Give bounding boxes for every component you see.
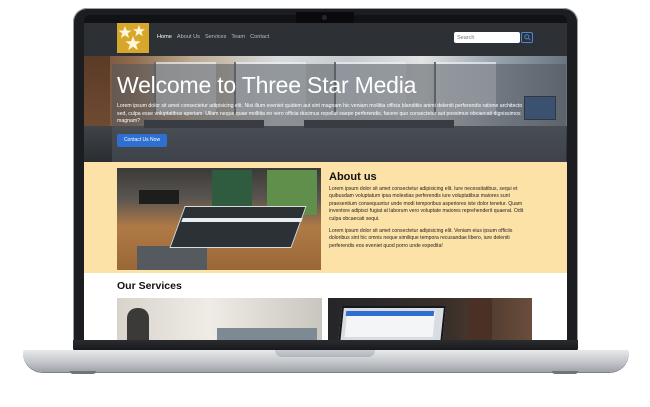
- nav-link-contact[interactable]: Contact: [250, 34, 269, 40]
- camera-icon: [322, 15, 327, 20]
- laptop-opening-notch: [275, 350, 375, 357]
- nav-links: Home About Us Services Team Contact: [157, 34, 269, 40]
- about-paragraph-2: Lorem ipsum dolor sit amet consectetur a…: [329, 228, 513, 249]
- nav-link-team[interactable]: Team: [231, 34, 245, 40]
- photo-table-net: [181, 218, 303, 222]
- photo-laptop-bar: [345, 311, 435, 316]
- hero-title: Welcome to Three Star Media: [117, 72, 417, 98]
- laptop-mockup: Home About Us Services Team Contact Sear…: [0, 0, 650, 407]
- website-screen: Home About Us Services Team Contact Sear…: [84, 23, 567, 341]
- three-star-logo[interactable]: [117, 23, 149, 53]
- about-paragraph-1: Lorem ipsum dolor sit amet consectetur a…: [329, 186, 524, 222]
- photo-person: [127, 308, 149, 341]
- services-section: Our Services: [84, 273, 567, 341]
- photo-rug: [137, 246, 207, 270]
- photo-sofa: [139, 190, 179, 204]
- nav-link-about-us[interactable]: About Us: [177, 34, 200, 40]
- photo-wood-panel: [468, 298, 492, 341]
- nav-link-services[interactable]: Services: [205, 34, 226, 40]
- nav-link-home[interactable]: Home: [157, 34, 172, 40]
- services-title: Our Services: [117, 280, 182, 292]
- search-input[interactable]: [454, 32, 520, 43]
- laptop-foot: [70, 371, 96, 374]
- photo-ping-pong-table: [169, 206, 307, 248]
- service-card-photo-1[interactable]: [117, 298, 322, 341]
- hero-banner: Welcome to Three Star Media Lorem ipsum …: [84, 56, 567, 162]
- laptop-foot: [552, 371, 578, 374]
- about-section: About us Lorem ipsum dolor sit amet cons…: [84, 162, 567, 273]
- search-button[interactable]: [521, 32, 533, 43]
- service-card-photo-2[interactable]: [328, 298, 532, 341]
- about-title: About us: [329, 171, 377, 183]
- navbar: Home About Us Services Team Contact: [84, 23, 567, 56]
- hero-text: Lorem ipsum dolor sit amet consectetur a…: [117, 103, 523, 125]
- about-office-photo: [117, 168, 321, 270]
- search-icon: [524, 34, 531, 41]
- contact-us-button[interactable]: Contact Us Now: [117, 134, 167, 147]
